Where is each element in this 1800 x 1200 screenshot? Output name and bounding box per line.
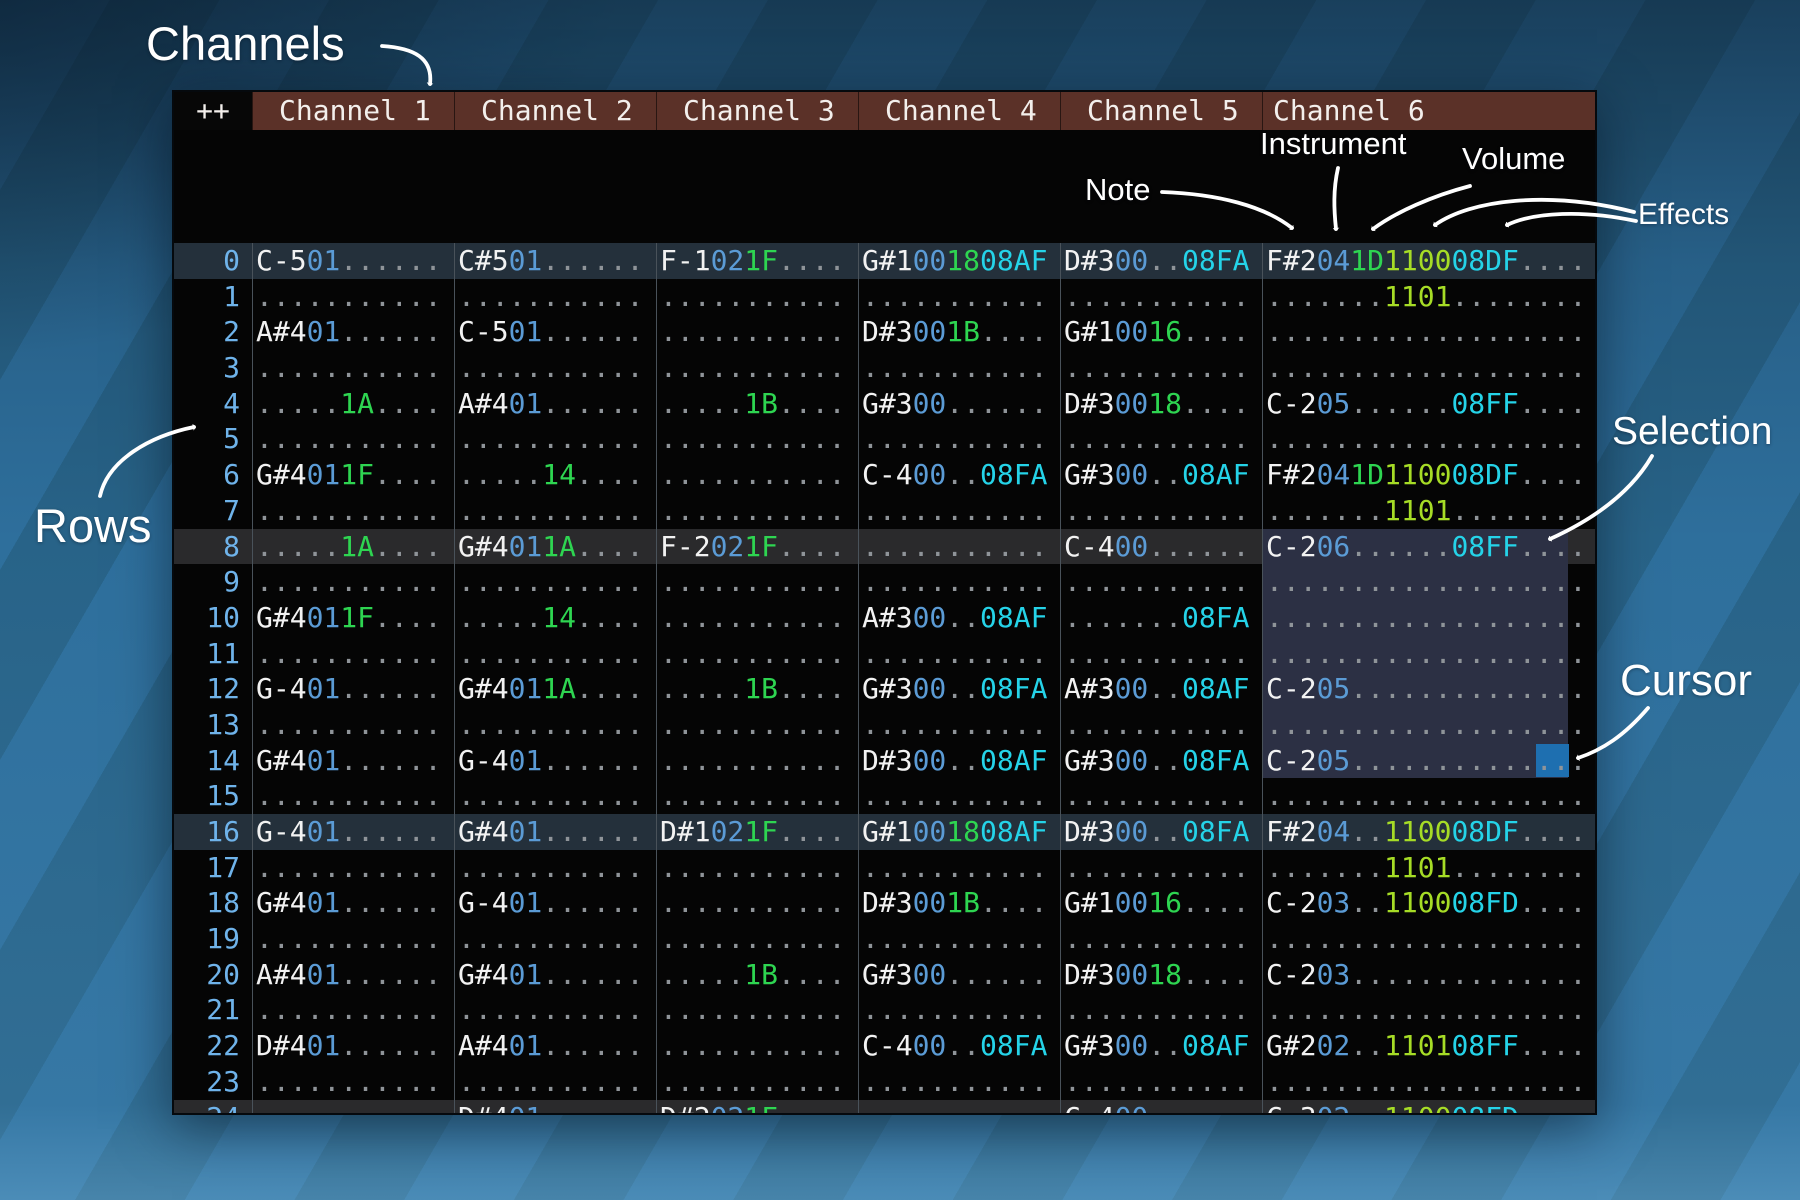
volume-label: Volume [1462, 141, 1565, 177]
scene: Channels Rows Note Instrument Volume Eff… [0, 0, 1800, 1200]
cursor-label: Cursor [1620, 656, 1752, 706]
channels-label: Channels [146, 16, 345, 71]
effects-label: Effects [1638, 198, 1729, 232]
instrument-label: Instrument [1260, 126, 1406, 162]
annotation-arrows [0, 0, 1800, 1200]
note-label: Note [1085, 172, 1150, 208]
rows-label: Rows [34, 498, 152, 553]
selection-label: Selection [1612, 410, 1772, 454]
